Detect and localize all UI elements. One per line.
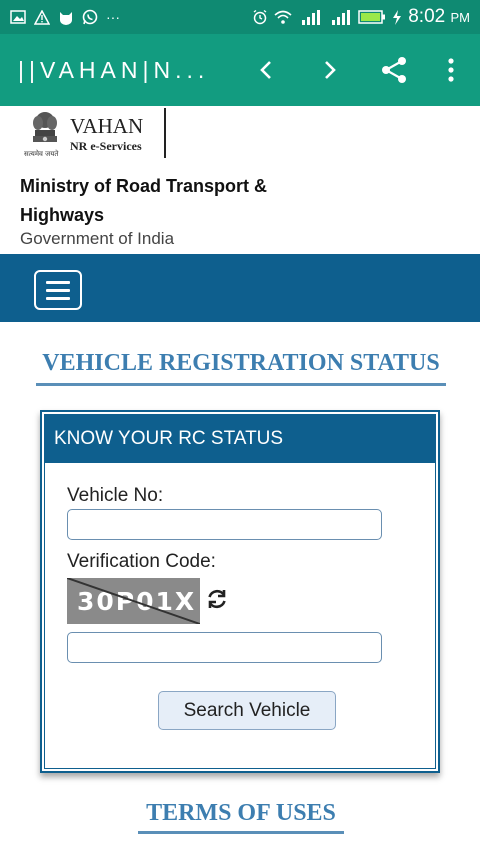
charging-icon <box>393 9 402 25</box>
menu-toggle-button[interactable] <box>34 270 82 310</box>
refresh-captcha-icon[interactable] <box>205 587 229 611</box>
vehicle-no-input[interactable] <box>67 509 382 540</box>
captcha-image: 30P01X <box>67 578 200 624</box>
verification-code-label: Verification Code: <box>67 551 216 572</box>
whatsapp-icon <box>82 9 98 25</box>
ministry-name: Ministry of Road Transport & Highways <box>20 176 268 225</box>
emblem-caption: सत्यमेव जयते <box>24 150 59 158</box>
national-emblem-icon <box>33 112 57 142</box>
verification-code-input[interactable] <box>67 632 382 663</box>
back-button[interactable] <box>242 34 290 106</box>
forward-chevron-icon <box>325 61 336 79</box>
overflow-dots: ··· <box>106 9 120 25</box>
share-button[interactable] <box>370 34 418 106</box>
logo-title: VAHAN <box>70 114 144 138</box>
rc-status-card: KNOW YOUR RC STATUS Vehicle No: Verifica… <box>40 410 440 773</box>
clock: 8:02 PM <box>408 6 470 27</box>
hamburger-icon-line <box>46 296 70 300</box>
share-icon <box>382 57 406 83</box>
forward-button[interactable] <box>306 34 354 106</box>
logo-subtitle: NR e-Services <box>70 139 142 153</box>
status-bar-system: 8:02 PM <box>252 6 470 28</box>
more-vertical-icon <box>448 58 454 82</box>
wifi-icon <box>274 10 292 24</box>
hamburger-icon-line <box>46 280 70 284</box>
battery-icon <box>358 10 386 24</box>
warning-icon <box>34 9 50 25</box>
gallery-icon <box>10 10 26 24</box>
navigation-band <box>0 254 480 322</box>
captcha-strike-line <box>67 578 200 624</box>
vehicle-no-label: Vehicle No: <box>67 485 164 506</box>
status-bar-notifications: ··· <box>10 9 120 25</box>
rc-status-card-body: KNOW YOUR RC STATUS Vehicle No: Verifica… <box>44 414 436 769</box>
signal-4g-icon <box>332 9 351 25</box>
government-name: Government of India <box>20 229 175 248</box>
alarm-icon <box>253 9 267 25</box>
back-chevron-icon <box>260 61 271 79</box>
vahan-logo: सत्यमेव जयते VAHAN NR e-Services <box>24 110 174 160</box>
signal-icon <box>302 9 321 25</box>
app-bar: ||VAHAN|N... <box>0 34 480 106</box>
hamburger-icon-line <box>46 288 70 292</box>
cat-icon <box>60 11 72 25</box>
terms-of-uses-link[interactable]: TERMS OF USES <box>138 800 344 834</box>
more-options-button[interactable] <box>427 34 475 106</box>
logo-divider <box>164 108 166 158</box>
search-vehicle-button[interactable]: Search Vehicle <box>158 691 336 730</box>
card-header: KNOW YOUR RC STATUS <box>45 415 435 463</box>
status-bar: ··· 8:02 PM <box>0 0 480 34</box>
page-title: ||VAHAN|N... <box>18 56 210 83</box>
section-title: VEHICLE REGISTRATION STATUS <box>36 350 446 386</box>
